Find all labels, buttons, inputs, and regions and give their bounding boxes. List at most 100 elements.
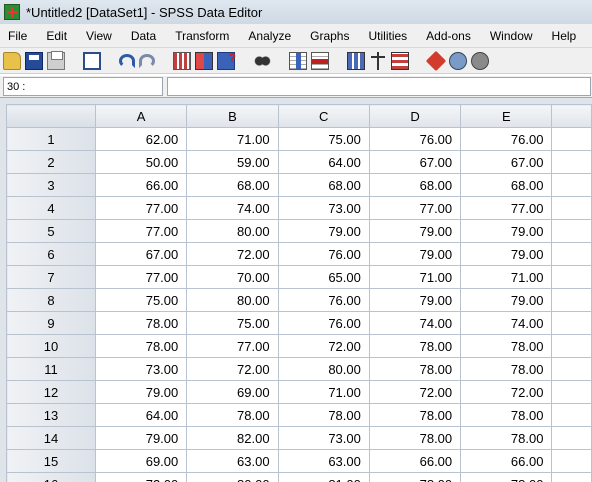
data-cell[interactable]: 76.00 bbox=[277, 288, 370, 312]
data-cell[interactable]: 81.00 bbox=[277, 472, 370, 482]
find-icon[interactable] bbox=[253, 51, 271, 70]
column-header-empty[interactable] bbox=[551, 104, 592, 128]
data-cell[interactable]: 82.00 bbox=[186, 426, 279, 450]
data-cell[interactable]: 78.00 bbox=[460, 357, 553, 381]
menu-utilities[interactable]: Utilities bbox=[368, 29, 407, 43]
data-cell[interactable]: 78.00 bbox=[368, 472, 462, 482]
data-cell[interactable]: 78.00 bbox=[368, 334, 462, 358]
data-cell-empty[interactable] bbox=[551, 288, 592, 312]
data-cell[interactable]: 77.00 bbox=[186, 334, 279, 358]
data-cell[interactable]: 80.00 bbox=[186, 472, 279, 482]
data-cell[interactable]: 67.00 bbox=[368, 150, 462, 174]
data-cell[interactable]: 77.00 bbox=[94, 219, 188, 243]
data-cell[interactable]: 72.00 bbox=[460, 380, 553, 404]
menu-add-ons[interactable]: Add-ons bbox=[426, 29, 471, 43]
spss-app-icon[interactable] bbox=[4, 4, 20, 20]
data-cell[interactable]: 78.00 bbox=[277, 403, 370, 427]
data-cell[interactable]: 75.00 bbox=[94, 288, 188, 312]
data-cell-empty[interactable] bbox=[551, 334, 592, 358]
data-cell-empty[interactable] bbox=[551, 357, 592, 381]
data-cell[interactable]: 79.00 bbox=[460, 242, 553, 266]
data-cell[interactable]: 80.00 bbox=[186, 219, 279, 243]
data-cell[interactable]: 64.00 bbox=[94, 403, 188, 427]
data-cell[interactable]: 66.00 bbox=[94, 173, 188, 197]
data-cell[interactable]: 79.00 bbox=[368, 288, 462, 312]
data-cell[interactable]: 59.00 bbox=[186, 150, 279, 174]
row-number[interactable]: 8 bbox=[6, 288, 96, 312]
row-number[interactable]: 12 bbox=[6, 380, 96, 404]
data-cell[interactable]: 76.00 bbox=[460, 127, 553, 151]
menu-window[interactable]: Window bbox=[490, 29, 533, 43]
row-number[interactable]: 7 bbox=[6, 265, 96, 289]
data-cell[interactable]: 68.00 bbox=[368, 173, 462, 197]
data-cell[interactable]: 78.00 bbox=[460, 426, 553, 450]
data-cell[interactable]: 73.00 bbox=[94, 357, 188, 381]
data-cell-empty[interactable] bbox=[551, 196, 592, 220]
data-cell-empty[interactable] bbox=[551, 449, 592, 473]
use-sets-icon[interactable] bbox=[449, 51, 467, 70]
data-cell[interactable]: 66.00 bbox=[460, 449, 553, 473]
undo-icon[interactable] bbox=[119, 53, 135, 68]
data-cell[interactable]: 75.00 bbox=[186, 311, 279, 335]
data-cell[interactable]: 66.00 bbox=[368, 449, 462, 473]
row-number[interactable]: 11 bbox=[6, 357, 96, 381]
data-cell[interactable]: 69.00 bbox=[94, 449, 188, 473]
row-number[interactable]: 14 bbox=[6, 426, 96, 450]
row-number[interactable]: 10 bbox=[6, 334, 96, 358]
data-cell-empty[interactable] bbox=[551, 219, 592, 243]
data-cell-empty[interactable] bbox=[551, 150, 592, 174]
data-cell[interactable]: 79.00 bbox=[368, 219, 462, 243]
show-all-icon[interactable] bbox=[471, 51, 489, 70]
data-cell[interactable]: 78.00 bbox=[186, 403, 279, 427]
grid-corner[interactable] bbox=[6, 104, 96, 128]
cell-value-field[interactable] bbox=[167, 77, 591, 96]
row-number[interactable]: 5 bbox=[6, 219, 96, 243]
data-cell[interactable]: 78.00 bbox=[94, 311, 188, 335]
menu-transform[interactable]: Transform bbox=[175, 29, 229, 43]
data-cell[interactable]: 78.00 bbox=[368, 357, 462, 381]
data-cell[interactable]: 76.00 bbox=[277, 242, 370, 266]
select-cases-icon[interactable] bbox=[391, 51, 409, 70]
row-number[interactable]: 15 bbox=[6, 449, 96, 473]
data-cell[interactable]: 78.00 bbox=[94, 334, 188, 358]
data-cell[interactable]: 73.00 bbox=[277, 426, 370, 450]
row-number[interactable]: 6 bbox=[6, 242, 96, 266]
menu-data[interactable]: Data bbox=[131, 29, 156, 43]
value-labels-icon[interactable] bbox=[425, 50, 447, 71]
data-cell-empty[interactable] bbox=[551, 426, 592, 450]
data-cell[interactable]: 70.00 bbox=[186, 265, 279, 289]
data-cell[interactable]: 72.00 bbox=[368, 380, 462, 404]
split-file-icon[interactable] bbox=[347, 51, 365, 70]
data-cell[interactable]: 69.00 bbox=[186, 380, 279, 404]
data-cell[interactable]: 68.00 bbox=[460, 173, 553, 197]
data-cell[interactable]: 76.00 bbox=[277, 311, 370, 335]
data-cell[interactable]: 79.00 bbox=[94, 426, 188, 450]
data-cell[interactable]: 67.00 bbox=[460, 150, 553, 174]
data-cell[interactable]: 75.00 bbox=[277, 127, 370, 151]
data-cell[interactable]: 79.00 bbox=[460, 219, 553, 243]
weight-cases-icon[interactable] bbox=[369, 51, 387, 70]
data-cell[interactable]: 79.00 bbox=[460, 288, 553, 312]
data-cell[interactable]: 78.00 bbox=[460, 334, 553, 358]
data-cell[interactable]: 80.00 bbox=[186, 288, 279, 312]
data-cell[interactable]: 74.00 bbox=[186, 196, 279, 220]
data-cell[interactable]: 73.00 bbox=[277, 196, 370, 220]
row-number[interactable]: 16 bbox=[6, 472, 96, 482]
data-cell[interactable]: 71.00 bbox=[460, 265, 553, 289]
row-number[interactable]: 1 bbox=[6, 127, 96, 151]
menu-analyze[interactable]: Analyze bbox=[248, 29, 291, 43]
column-header-a[interactable]: A bbox=[94, 104, 188, 128]
data-cell[interactable]: 63.00 bbox=[277, 449, 370, 473]
data-cell[interactable]: 79.00 bbox=[277, 219, 370, 243]
data-cell-empty[interactable] bbox=[551, 380, 592, 404]
data-cell[interactable]: 72.00 bbox=[277, 334, 370, 358]
data-cell[interactable]: 79.00 bbox=[94, 380, 188, 404]
row-number[interactable]: 9 bbox=[6, 311, 96, 335]
goto-case-icon[interactable] bbox=[173, 51, 191, 70]
data-cell[interactable]: 68.00 bbox=[186, 173, 279, 197]
dialog-recall-icon[interactable] bbox=[83, 51, 101, 70]
data-cell[interactable]: 78.00 bbox=[368, 403, 462, 427]
data-cell[interactable]: 72.00 bbox=[186, 242, 279, 266]
data-cell[interactable]: 77.00 bbox=[94, 265, 188, 289]
data-cell[interactable]: 62.00 bbox=[94, 127, 188, 151]
